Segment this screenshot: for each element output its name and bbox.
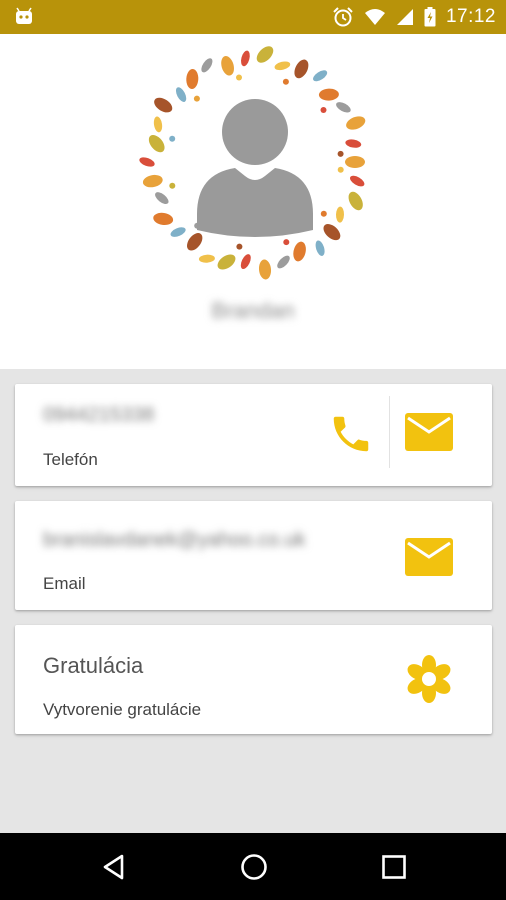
clock-time: 17:12 (445, 6, 496, 27)
wreath-leaf (315, 240, 325, 256)
contact-name: Brandan (211, 298, 295, 323)
wreath-leaf (258, 259, 272, 280)
wreath-leaf (335, 206, 345, 223)
home-button[interactable] (238, 851, 270, 883)
card-divider (389, 396, 390, 468)
wreath-leaf (345, 139, 362, 148)
back-icon (103, 854, 124, 880)
wreath-leaf (277, 255, 290, 269)
wreath-leaf (346, 116, 366, 130)
home-icon (241, 854, 267, 880)
wreath-leaf (154, 97, 173, 113)
wreath-berry (193, 95, 200, 102)
email-card: branislavdanek@yahoo.co.uk Email (15, 501, 492, 610)
recents-icon (382, 855, 406, 879)
wreath-leaf (221, 56, 234, 76)
sms-button[interactable] (401, 404, 457, 460)
greeting-title: Gratulácia (43, 653, 144, 678)
avatar[interactable] (135, 44, 375, 284)
wreath-leaf (153, 116, 163, 133)
wreath-berry (236, 74, 242, 81)
wreath-leaf (186, 69, 199, 89)
create-greeting-button[interactable] (401, 651, 457, 707)
wreath-leaf (198, 254, 215, 263)
phone-card: 0944215338 Telefón (15, 384, 492, 486)
wreath-leaf (240, 254, 251, 270)
email-address[interactable]: branislavdanek@yahoo.co.uk (43, 529, 306, 552)
back-button[interactable] (98, 851, 130, 883)
wreath-leaf (139, 157, 155, 167)
wreath-leaf (274, 61, 291, 71)
navigation-bar (0, 833, 506, 900)
greeting-subtitle: Vytvorenie gratulácie (43, 700, 202, 719)
wreath-berry (320, 210, 327, 217)
call-button[interactable] (325, 408, 377, 460)
wreath-berry (169, 182, 176, 189)
wreath-berry (282, 78, 289, 85)
wreath-leaf (142, 174, 163, 188)
wreath-berry (337, 166, 344, 173)
wreath-leaf (201, 58, 213, 73)
wifi-icon (364, 9, 385, 25)
contact-header: Brandan (0, 34, 506, 369)
android-icon (16, 7, 32, 24)
send-email-button[interactable] (401, 529, 457, 585)
wreath-leaf (170, 227, 186, 237)
recents-button[interactable] (378, 851, 410, 883)
battery-icon (424, 7, 436, 27)
phone-icon (333, 416, 369, 452)
wreath-leaf (217, 254, 236, 270)
wreath-leaf (293, 241, 306, 262)
wreath-leaf (153, 212, 174, 226)
mail-icon (405, 413, 453, 451)
wreath-leaf (345, 156, 365, 168)
wreath-leaf (241, 50, 250, 67)
wreath-leaf (256, 46, 274, 63)
wreath-leaf (318, 88, 339, 101)
mail-icon (405, 538, 453, 576)
wreath-berry (283, 239, 290, 246)
wreath-leaf (155, 192, 169, 205)
wreath-leaf (313, 70, 328, 82)
wreath-leaf (348, 191, 363, 211)
wreath-leaf (187, 233, 203, 251)
phone-number[interactable]: 0944215338 (43, 404, 154, 427)
wreath-leaf (350, 175, 365, 187)
wreath-berry (320, 107, 327, 113)
wreath-leaf (336, 102, 351, 113)
wreath-berry (236, 243, 243, 250)
signal-icon (396, 9, 413, 25)
wreath-leaf (294, 59, 309, 79)
phone-label: Telefón (43, 450, 98, 469)
status-bar: 17:12 (0, 0, 506, 34)
email-label: Email (43, 574, 86, 593)
flower-icon (407, 655, 451, 703)
wreath-berry (337, 150, 344, 157)
wreath-leaf (323, 224, 341, 241)
wreath-leaf (148, 134, 165, 153)
alarm-icon (333, 7, 353, 27)
greeting-card[interactable]: Gratulácia Vytvorenie gratulácie (15, 625, 492, 734)
wreath-leaf (175, 87, 187, 102)
person-silhouette-icon (197, 99, 313, 237)
wreath-berry (169, 135, 176, 142)
